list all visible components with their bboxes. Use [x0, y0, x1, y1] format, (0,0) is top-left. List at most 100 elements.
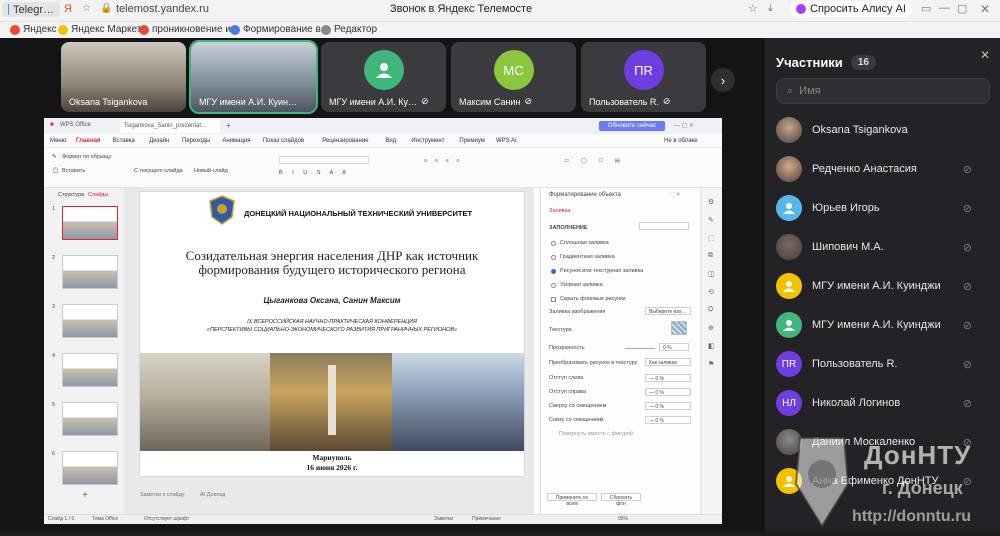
participant-tile[interactable]: Oksana Tsigankova — [61, 42, 186, 112]
ribbon-tab[interactable]: Показ слайдов — [263, 138, 304, 144]
image-fill-select[interactable]: Выберите изо… — [645, 307, 691, 315]
slides-tab[interactable]: Слайды — [88, 192, 108, 198]
side-tool-icon[interactable]: ◫ — [708, 270, 715, 278]
fill-section-input[interactable] — [639, 222, 689, 230]
drawing-icons[interactable]: ▭ ◯ ⬡ ▤ — [564, 158, 625, 164]
bookmark-item[interactable]: Формирование в… — [230, 24, 331, 35]
new-tab-icon[interactable]: + — [226, 121, 231, 130]
slide[interactable]: ДОНЕЦКИЙ НАЦИОНАЛЬНЫЙ ТЕХНИЧЕСКИЙ УНИВЕР… — [140, 192, 524, 476]
convert-texture-select[interactable]: Как заливка — [645, 358, 691, 366]
paste-icon[interactable]: 📋 — [52, 168, 59, 174]
outline-tab[interactable]: Структура — [58, 192, 84, 198]
ribbon-tab[interactable]: Вставка — [113, 138, 135, 144]
text-format-icons[interactable]: B I U S A A — [279, 170, 350, 176]
side-tool-icon[interactable]: ⛭ — [708, 306, 714, 314]
minimize-icon[interactable]: — — [939, 2, 950, 14]
missing-font[interactable]: Отсутствует шрифт — [144, 516, 189, 522]
texture-picker[interactable] — [671, 321, 687, 335]
participant-tile[interactable]: МГУ имени А.И. Ку… ⊘ — [321, 42, 446, 112]
close-panel-icon[interactable]: ✕ — [980, 48, 990, 62]
participant-row[interactable]: Редченко Анастасия ⊘ — [776, 156, 990, 182]
add-slide-icon[interactable]: + — [82, 490, 88, 501]
participant-row[interactable]: Шипович М.А. ⊘ — [776, 234, 990, 260]
fill-option[interactable]: Скрыть фоновые рисунки — [551, 296, 626, 302]
format-painter-icon[interactable]: ✎ — [52, 154, 57, 160]
zoom-level[interactable]: 95% — [618, 516, 628, 522]
bookmark-item[interactable]: Яндекс Маркет — [58, 24, 141, 35]
ask-alice-button[interactable]: Спросить Алису AI — [790, 1, 912, 17]
slide-thumbnail[interactable] — [62, 255, 118, 289]
ribbon-tab[interactable]: Переходы — [182, 138, 210, 144]
fill-option[interactable]: Градиентная заливка — [551, 254, 615, 260]
wps-app-tab[interactable]: WPS Office — [60, 122, 91, 128]
side-tool-icon[interactable]: ⧉ — [708, 252, 713, 260]
participant-tile[interactable]: МГУ имени А.И. Куин… — [189, 40, 318, 114]
offset-input[interactable]: — 0 % — [645, 402, 691, 410]
ribbon-tab[interactable]: Вид — [385, 138, 396, 144]
slide-thumbnail[interactable] — [62, 353, 118, 387]
comments-toggle[interactable]: Примечание — [472, 516, 501, 522]
reset-background-button[interactable]: Сбросить фон — [601, 493, 641, 507]
maximize-icon[interactable]: ▢ — [957, 2, 967, 15]
ribbon-tab[interactable]: Рецензирование — [322, 138, 368, 144]
participant-row[interactable]: МГУ имени А.И. Куинджи ⊘ — [776, 273, 990, 299]
transparency-input[interactable]: 0 % — [659, 343, 689, 351]
participant-tile[interactable]: МС Максим Санин ⊘ — [451, 42, 576, 112]
side-tool-icon[interactable]: ◧ — [708, 342, 715, 350]
ribbon-tab[interactable]: Премиум — [459, 138, 485, 144]
side-tool-icon[interactable]: ⊕ — [708, 324, 714, 332]
transparency-slider[interactable] — [625, 348, 655, 349]
yandex-icon[interactable]: Я — [64, 3, 72, 15]
address-bar[interactable]: telemost.yandex.ru — [116, 3, 209, 15]
ribbon-tab[interactable]: Анимация — [222, 138, 250, 144]
wps-window-buttons-icon[interactable]: — ▢ ✕ — [674, 122, 694, 129]
side-tool-icon[interactable]: ⟲ — [708, 288, 714, 296]
side-tool-icon[interactable]: ⚙ — [708, 198, 714, 206]
rotate-with-shape-checkbox[interactable]: Повернуть вместе с фигурой — [559, 431, 633, 437]
browser-tab[interactable]: Telegr… — [2, 2, 60, 17]
next-participants-button[interactable]: › — [711, 68, 735, 92]
slide-thumbnail[interactable] — [62, 451, 118, 485]
offset-input[interactable]: — 0 % — [645, 374, 691, 382]
cloud-status[interactable]: Не в облаке — [664, 138, 698, 144]
ribbon-tab[interactable]: WPS AI — [496, 138, 517, 144]
slide-thumbnail[interactable] — [62, 402, 118, 436]
participant-row[interactable]: НЛ Николай Логинов ⊘ — [776, 390, 990, 416]
font-family-select[interactable] — [279, 156, 369, 164]
back-icon[interactable]: ☆ — [82, 3, 91, 14]
participant-search[interactable]: ⌕ Имя — [776, 78, 990, 104]
participant-row[interactable]: ПR Пользователь R. ⊘ — [776, 351, 990, 377]
ribbon-tab[interactable]: Главная — [76, 138, 100, 144]
ai-report-button[interactable]: AI Доклад — [200, 492, 226, 498]
close-window-icon[interactable]: ✕ — [980, 2, 990, 16]
notes-toggle[interactable]: Заметки — [434, 516, 453, 522]
fill-option[interactable]: Рисунок или текстурная заливка — [551, 268, 643, 274]
participant-row[interactable]: МГУ имени А.И. Куинджи ⊘ — [776, 312, 990, 338]
bookmark-item[interactable]: проникновение и… — [139, 24, 241, 35]
side-tool-icon[interactable]: ⚑ — [708, 360, 714, 368]
participant-tile[interactable]: ПR Пользователь R. ⊘ — [581, 42, 706, 112]
side-tool-icon[interactable]: ✎ — [708, 216, 714, 224]
paste-label[interactable]: Вставить — [62, 168, 85, 174]
participant-row[interactable]: Даниил Москаленко ⊘ — [776, 429, 990, 455]
new-slide-label[interactable]: Новый слайд — [194, 168, 228, 174]
ribbon-tab[interactable]: Инструмент — [411, 138, 444, 144]
ribbon-tab[interactable]: Дизайн — [149, 138, 169, 144]
format-painter-label[interactable]: Формат по образцу — [62, 154, 111, 160]
slide-thumbnail[interactable] — [62, 304, 118, 338]
slide-notes[interactable]: Заметки к слайду — [140, 492, 185, 498]
paragraph-icons[interactable]: ≡ ≡ ≡ ≡ — [424, 158, 462, 164]
bookmark-star-icon[interactable]: ☆ — [748, 2, 758, 15]
bookmark-item[interactable]: Редактор — [321, 24, 377, 35]
apply-to-all-button[interactable]: Применить ко всем — [547, 493, 597, 507]
wps-doc-tab[interactable]: Tsigankova_Sanin_prezentat… — [120, 120, 220, 133]
slide-thumbnail[interactable] — [62, 206, 118, 240]
fill-tab[interactable]: Заливка — [549, 208, 570, 214]
download-icon[interactable]: ⤓ — [768, 2, 773, 15]
participant-row[interactable]: Oksana Tsigankova — [776, 117, 990, 143]
side-tool-icon[interactable]: ⬚ — [708, 234, 715, 242]
from-current-slide-label[interactable]: С текущего слайда — [134, 168, 183, 174]
signin-button[interactable]: Обновите сейчас — [599, 121, 665, 131]
offset-input[interactable]: — 0 % — [645, 388, 691, 396]
bookmark-item[interactable]: Яндекс — [10, 24, 57, 35]
